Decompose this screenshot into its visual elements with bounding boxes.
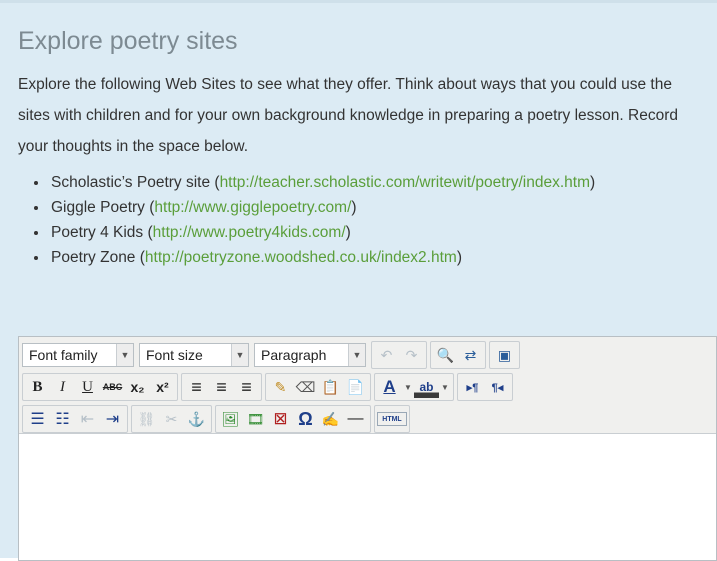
underline-icon: U bbox=[82, 378, 93, 395]
align-right-icon[interactable]: ≡ bbox=[234, 376, 259, 398]
paste-word-icon[interactable]: 📄 bbox=[343, 376, 368, 398]
find-icon[interactable]: 🔍 bbox=[433, 344, 458, 366]
special-char-icon[interactable]: Ω bbox=[293, 408, 318, 430]
horizontal-rule-icon[interactable]: — bbox=[343, 408, 368, 430]
fullscreen-group: ▣ bbox=[489, 341, 520, 369]
list-item: Poetry 4 Kids (http://www.poetry4kids.co… bbox=[49, 220, 595, 245]
unlink-icon[interactable]: ✂ bbox=[159, 408, 184, 430]
list-group: ☰ ☷ ⇤ ⇥ bbox=[22, 405, 128, 433]
font-color-icon[interactable]: A bbox=[377, 376, 402, 398]
list-item: Scholastic’s Poetry site (http://teacher… bbox=[49, 170, 595, 195]
font-size-select[interactable]: Font size ▼ bbox=[139, 343, 249, 367]
font-family-select[interactable]: Font family ▼ bbox=[22, 343, 134, 367]
bold-icon: B bbox=[32, 378, 43, 395]
subscript-icon[interactable]: x₂ bbox=[125, 376, 150, 398]
chevron-down-icon: ▼ bbox=[116, 344, 133, 366]
align-center-icon[interactable]: ≡ bbox=[209, 376, 234, 398]
clean-format-icon[interactable]: ✎ bbox=[268, 376, 293, 398]
font-family-label: Font family bbox=[29, 347, 98, 363]
highlight-icon[interactable]: ab bbox=[414, 376, 439, 398]
align-left-icon[interactable]: ≡ bbox=[184, 376, 209, 398]
rtl-icon[interactable]: ¶◂ bbox=[485, 376, 510, 398]
list-item: Poetry Zone (http://poetryzone.woodshed.… bbox=[49, 245, 595, 270]
site-link[interactable]: http://www.poetry4kids.com/ bbox=[153, 224, 346, 241]
list-item: Giggle Poetry (http://www.gigglepoetry.c… bbox=[49, 195, 595, 220]
toolbar-row-1: Font family ▼ Font size ▼ Paragraph ▼ ↶ … bbox=[22, 339, 713, 371]
format-label: Paragraph bbox=[261, 347, 327, 363]
paste-text-icon[interactable]: 📋 bbox=[318, 376, 343, 398]
media-icon[interactable]: 🎞 bbox=[243, 408, 268, 430]
color-group: A ▼ ab ▼ bbox=[374, 373, 454, 401]
bullet-list-icon[interactable]: ☰ bbox=[25, 408, 50, 430]
font-size-label: Font size bbox=[146, 347, 203, 363]
search-group: 🔍 ⇄ bbox=[430, 341, 486, 369]
italic-button[interactable]: I bbox=[50, 376, 75, 398]
html-group: HTML bbox=[374, 405, 410, 433]
intro-text: Explore the following Web Sites to see w… bbox=[18, 76, 678, 155]
format-select[interactable]: Paragraph ▼ bbox=[254, 343, 366, 367]
italic-icon: I bbox=[60, 378, 65, 395]
rich-text-editor: Font family ▼ Font size ▼ Paragraph ▼ ↶ … bbox=[18, 336, 717, 561]
outdent-icon[interactable]: ⇤ bbox=[75, 408, 100, 430]
redo-icon[interactable]: ↷ bbox=[399, 344, 424, 366]
site-link[interactable]: http://poetryzone.woodshed.co.uk/index2.… bbox=[145, 249, 457, 266]
chevron-down-icon[interactable]: ▼ bbox=[439, 376, 451, 398]
chevron-down-icon: ▼ bbox=[348, 344, 365, 366]
fullscreen-icon[interactable]: ▣ bbox=[492, 344, 517, 366]
site-name: Poetry Zone bbox=[51, 249, 136, 266]
text-style-group: B I U ABC x₂ x² bbox=[22, 373, 178, 401]
link-group: ⛓ ✂ ⚓ bbox=[131, 405, 212, 433]
site-list: Scholastic’s Poetry site (http://teacher… bbox=[30, 170, 595, 270]
direction-group: ▸¶ ¶◂ bbox=[457, 373, 513, 401]
underline-button[interactable]: U bbox=[75, 376, 100, 398]
editor-toolbar: Font family ▼ Font size ▼ Paragraph ▼ ↶ … bbox=[19, 337, 716, 434]
align-group: ≡ ≡ ≡ bbox=[181, 373, 262, 401]
clipboard-group: ✎ ⌫ 📋 📄 bbox=[265, 373, 371, 401]
undo-icon[interactable]: ↶ bbox=[374, 344, 399, 366]
chevron-down-icon: ▼ bbox=[231, 344, 248, 366]
eraser-icon[interactable]: ⌫ bbox=[293, 376, 318, 398]
ltr-icon[interactable]: ▸¶ bbox=[460, 376, 485, 398]
indent-icon[interactable]: ⇥ bbox=[100, 408, 125, 430]
anchor-icon[interactable]: ⚓ bbox=[184, 408, 209, 430]
site-name: Poetry 4 Kids bbox=[51, 224, 144, 241]
strikethrough-icon[interactable]: ABC bbox=[100, 376, 125, 398]
replace-icon[interactable]: ⇄ bbox=[458, 344, 483, 366]
chevron-down-icon[interactable]: ▼ bbox=[402, 376, 414, 398]
link-icon[interactable]: ⛓ bbox=[134, 408, 159, 430]
site-name: Giggle Poetry bbox=[51, 199, 145, 216]
toolbar-row-2: B I U ABC x₂ x² ≡ ≡ ≡ ✎ ⌫ 📋 📄 A ▼ ab ▼ ▸… bbox=[22, 371, 713, 403]
superscript-icon[interactable]: x² bbox=[150, 376, 175, 398]
editor-content-area[interactable] bbox=[19, 434, 716, 560]
nonbreaking-space-icon[interactable]: ⊠ bbox=[268, 408, 293, 430]
site-link[interactable]: http://teacher.scholastic.com/writewit/p… bbox=[220, 174, 590, 191]
toolbar-row-3: ☰ ☷ ⇤ ⇥ ⛓ ✂ ⚓ 🖼 🎞 ⊠ Ω ✍ — HTML bbox=[22, 403, 713, 435]
edit-icon[interactable]: ✍ bbox=[318, 408, 343, 430]
page-title: Explore poetry sites bbox=[18, 27, 238, 55]
site-link[interactable]: http://www.gigglepoetry.com/ bbox=[154, 199, 351, 216]
history-group: ↶ ↷ bbox=[371, 341, 427, 369]
bold-button[interactable]: B bbox=[25, 376, 50, 398]
numbered-list-icon[interactable]: ☷ bbox=[50, 408, 75, 430]
content-panel: Explore poetry sites Explore the followi… bbox=[0, 0, 717, 561]
site-name: Scholastic’s Poetry site bbox=[51, 174, 211, 191]
insert-group: 🖼 🎞 ⊠ Ω ✍ — bbox=[215, 405, 371, 433]
image-icon[interactable]: 🖼 bbox=[218, 408, 243, 430]
html-source-icon[interactable]: HTML bbox=[377, 412, 407, 426]
